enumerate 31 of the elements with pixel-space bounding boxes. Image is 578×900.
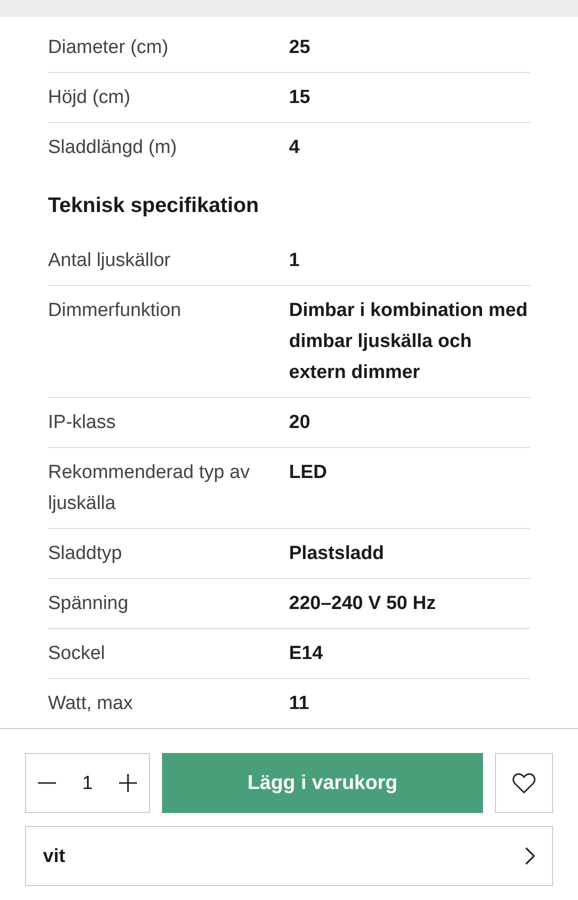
spec-label: Watt, max <box>48 692 134 716</box>
spec-value: 11 <box>289 692 310 716</box>
plus-icon <box>118 774 137 792</box>
variant-selector[interactable]: vit <box>25 826 553 886</box>
spec-label: Diameter (cm) <box>48 36 170 60</box>
heart-icon <box>512 772 536 794</box>
spec-value: 1 <box>289 249 301 273</box>
spec-value: 15 <box>289 86 312 110</box>
spec-label: Sockel <box>48 642 106 666</box>
spec-value: Dimbar i kombination med dimbar ljuskälla och extern dimmer <box>289 299 529 385</box>
spec-label: Rekommenderad typ av ljuskälla <box>48 461 251 516</box>
spec-label: Spänning <box>48 592 130 616</box>
spec-value: 25 <box>289 36 312 60</box>
wishlist-button[interactable] <box>495 753 553 813</box>
spec-value: LED <box>289 461 328 485</box>
spec-value: Plastsladd <box>289 542 386 566</box>
spec-value: 4 <box>289 136 301 160</box>
spec-label: IP-klass <box>48 411 117 435</box>
spec-label: Antal ljuskällor <box>48 249 172 273</box>
spec-label: Höjd (cm) <box>48 86 132 110</box>
plus-button[interactable] <box>116 772 139 794</box>
spec-label: Dimmerfunktion <box>48 299 182 323</box>
spec-label: Sladdlängd (m) <box>48 136 178 160</box>
spec-value: 20 <box>289 411 312 435</box>
chevron-right-icon <box>525 847 535 865</box>
spec-label: Sladdtyp <box>48 542 123 566</box>
spec-value: E14 <box>289 642 324 666</box>
section-heading: Teknisk specifikation <box>48 193 260 219</box>
spec-value: 220–240 V 50 Hz <box>289 592 437 616</box>
quantity-value: 1 <box>82 772 93 796</box>
minus-icon <box>38 782 56 784</box>
